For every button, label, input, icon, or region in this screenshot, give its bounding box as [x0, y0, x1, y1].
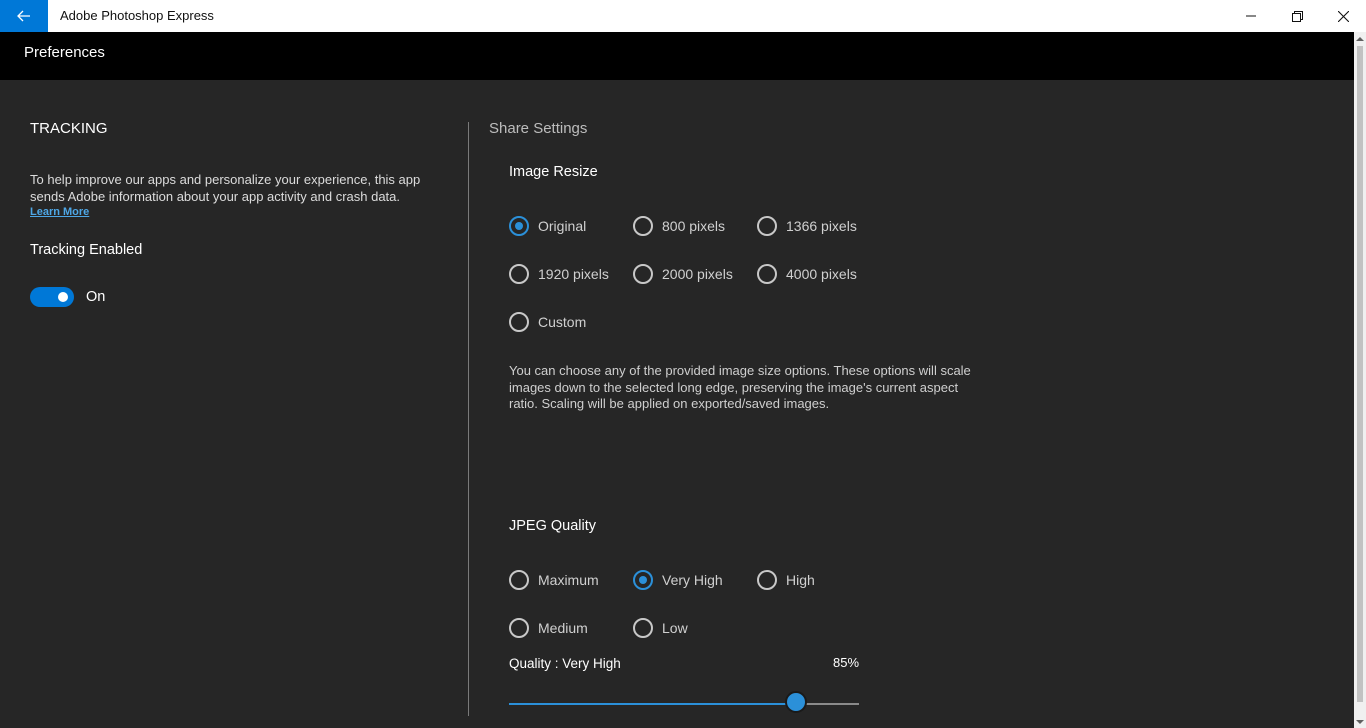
restore-button[interactable]: [1274, 0, 1320, 32]
radio-circle: [757, 570, 777, 590]
toggle-knob: [58, 292, 68, 302]
quality-slider[interactable]: [509, 691, 859, 713]
radio-label: 4000 pixels: [786, 266, 857, 282]
radio-maximum[interactable]: Maximum: [509, 569, 599, 591]
radio-label: 2000 pixels: [662, 266, 733, 282]
radio-label: 1366 pixels: [786, 218, 857, 234]
radio-circle: [509, 570, 529, 590]
minimize-icon: [1246, 15, 1256, 17]
preferences-header: Preferences: [0, 32, 1354, 80]
slider-thumb[interactable]: [785, 691, 807, 713]
radio-circle: [757, 216, 777, 236]
quality-label: Quality : Very High: [509, 656, 621, 671]
radio-medium[interactable]: Medium: [509, 617, 588, 639]
radio-original[interactable]: Original: [509, 215, 586, 237]
radio-circle: [633, 264, 653, 284]
title-bar: Adobe Photoshop Express: [0, 0, 1366, 32]
chevron-down-icon: [1356, 719, 1364, 724]
radio-label: Custom: [538, 314, 587, 330]
tracking-section-title: TRACKING: [30, 120, 108, 137]
radio-4000-pixels[interactable]: 4000 pixels: [757, 263, 857, 285]
scroll-down-button[interactable]: [1354, 716, 1366, 728]
share-settings-title: Share Settings: [489, 120, 588, 137]
radio-circle: [633, 216, 653, 236]
radio-label: Medium: [538, 620, 588, 636]
learn-more-link[interactable]: Learn More: [30, 206, 89, 218]
close-icon: [1337, 10, 1349, 22]
minimize-button[interactable]: [1228, 0, 1274, 32]
tracking-description: To help improve our apps and personalize…: [30, 172, 421, 204]
radio-label: Maximum: [538, 572, 599, 588]
vertical-scrollbar[interactable]: [1354, 32, 1366, 728]
pane-divider: [468, 122, 469, 716]
radio-high[interactable]: High: [757, 569, 815, 591]
radio-circle: [509, 216, 529, 236]
radio-circle: [633, 570, 653, 590]
radio-low[interactable]: Low: [633, 617, 688, 639]
radio-circle: [757, 264, 777, 284]
page-title: Preferences: [24, 44, 105, 61]
back-button[interactable]: [0, 0, 48, 32]
quality-value: 85%: [833, 655, 860, 670]
chevron-up-icon: [1356, 36, 1364, 41]
radio-label: High: [786, 572, 815, 588]
radio-label: Original: [538, 218, 587, 234]
radio-1366-pixels[interactable]: 1366 pixels: [757, 215, 857, 237]
radio-circle: [509, 312, 529, 332]
image-resize-description: You can choose any of the provided image…: [509, 363, 971, 411]
radio-2000-pixels[interactable]: 2000 pixels: [633, 263, 733, 285]
radio-1920-pixels[interactable]: 1920 pixels: [509, 263, 609, 285]
app-title: Adobe Photoshop Express: [60, 8, 214, 23]
radio-custom[interactable]: Custom: [509, 311, 586, 333]
radio-very-high[interactable]: Very High: [633, 569, 723, 591]
slider-fill: [509, 703, 796, 705]
tracking-toggle[interactable]: [30, 287, 74, 307]
radio-label: 1920 pixels: [538, 266, 609, 282]
restore-icon: [1291, 10, 1303, 22]
arrow-left-icon: [17, 10, 30, 22]
radio-circle: [633, 618, 653, 638]
radio-circle: [509, 618, 529, 638]
scroll-up-button[interactable]: [1354, 32, 1366, 44]
radio-circle: [509, 264, 529, 284]
scroll-thumb[interactable]: [1357, 46, 1363, 702]
tracking-enabled-label: Tracking Enabled: [30, 242, 143, 258]
radio-label: 800 pixels: [662, 218, 726, 234]
close-button[interactable]: [1320, 0, 1366, 32]
jpeg-quality-title: JPEG Quality: [509, 518, 597, 534]
image-resize-title: Image Resize: [509, 164, 598, 180]
toggle-state-label: On: [86, 289, 106, 305]
radio-label: Low: [662, 620, 688, 636]
radio-label: Very High: [662, 572, 723, 588]
radio-800-pixels[interactable]: 800 pixels: [633, 215, 725, 237]
